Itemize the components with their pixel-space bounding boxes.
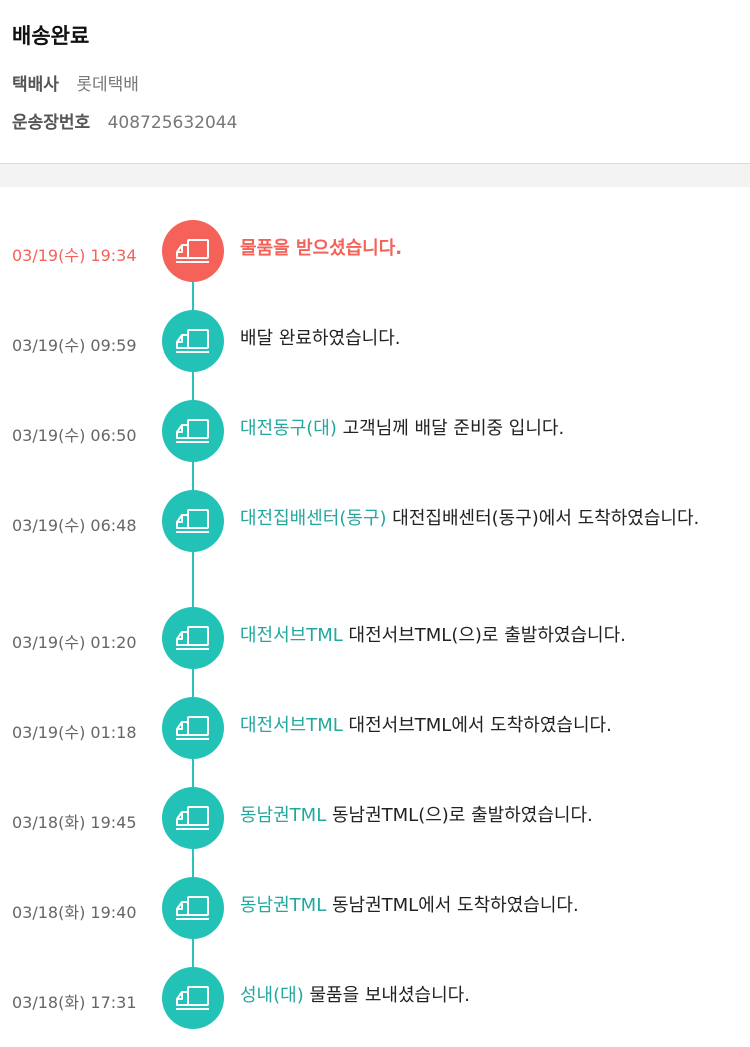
event-location: 대전서브TML	[240, 625, 343, 646]
event-location: 대전서브TML	[240, 715, 343, 736]
event-message: 물품을 받으셨습니다.	[240, 238, 403, 259]
event-time: 03/19(수) 06:50	[12, 426, 137, 445]
event-time: 03/18(화) 19:45	[12, 813, 137, 832]
event-time: 03/18(화) 19:40	[12, 903, 137, 922]
event-description: 대전동구(대) 고객님께 배달 준비중 입니다.	[240, 416, 740, 442]
event-description: 성내(대) 물품을 보내셨습니다.	[240, 983, 740, 1009]
event-time: 03/18(화) 17:31	[12, 993, 137, 1012]
delivery-truck-icon	[162, 490, 224, 552]
delivery-status-title: 배송완료	[12, 24, 90, 48]
event-description: 배달 완료하였습니다.	[240, 326, 740, 352]
event-message: 동남권TML에서 도착하였습니다.	[331, 895, 579, 916]
tracking-number-row: 운송장번호 408725632044	[12, 108, 237, 133]
event-time: 03/19(수) 06:48	[12, 516, 137, 535]
delivery-truck-icon	[162, 400, 224, 462]
event-description: 대전서브TML 대전서브TML에서 도착하였습니다.	[240, 713, 740, 739]
event-location: 동남권TML	[240, 895, 327, 916]
tracking-timeline: 03/19(수) 19:34 물품을 받으셨습니다. 03/19(수) 09:5…	[0, 187, 750, 1047]
tracking-number-label: 운송장번호	[12, 113, 91, 133]
event-message: 대전서브TML(으)로 출발하였습니다.	[348, 625, 626, 646]
carrier-value: 롯데택배	[76, 75, 139, 95]
delivery-truck-icon	[162, 787, 224, 849]
event-message: 배달 완료하였습니다.	[240, 328, 401, 349]
event-location: 성내(대)	[240, 985, 304, 1006]
event-time: 03/19(수) 01:18	[12, 723, 137, 742]
delivery-info-header: 배송완료 택배사 롯데택배 운송장번호 408725632044	[0, 0, 750, 164]
event-description: 대전집배센터(동구) 대전집배센터(동구)에서 도착하였습니다.	[240, 506, 740, 532]
carrier-label: 택배사	[12, 75, 59, 95]
event-message: 물품을 보내셨습니다.	[309, 985, 470, 1006]
event-message: 대전서브TML에서 도착하였습니다.	[348, 715, 612, 736]
event-description: 동남권TML 동남권TML에서 도착하였습니다.	[240, 893, 740, 919]
event-location: 대전동구(대)	[240, 418, 337, 439]
delivery-truck-icon	[162, 220, 224, 282]
event-description: 동남권TML 동남권TML(으)로 출발하였습니다.	[240, 803, 740, 829]
event-message: 고객님께 배달 준비중 입니다.	[342, 418, 565, 439]
event-location: 동남권TML	[240, 805, 327, 826]
event-location: 대전집배센터(동구)	[240, 508, 387, 529]
delivery-truck-icon	[162, 877, 224, 939]
section-divider	[0, 164, 750, 187]
tracking-number-value: 408725632044	[107, 113, 238, 133]
event-message: 대전집배센터(동구)에서 도착하였습니다.	[392, 508, 700, 529]
event-time: 03/19(수) 19:34	[12, 246, 137, 265]
delivery-truck-icon	[162, 697, 224, 759]
carrier-row: 택배사 롯데택배	[12, 70, 139, 95]
event-description: 물품을 받으셨습니다.	[240, 236, 740, 262]
delivery-truck-icon	[162, 967, 224, 1029]
delivery-truck-icon	[162, 607, 224, 669]
delivery-truck-icon	[162, 310, 224, 372]
event-message: 동남권TML(으)로 출발하였습니다.	[331, 805, 593, 826]
event-description: 대전서브TML 대전서브TML(으)로 출발하였습니다.	[240, 623, 740, 649]
event-time: 03/19(수) 09:59	[12, 336, 137, 355]
event-time: 03/19(수) 01:20	[12, 633, 137, 652]
